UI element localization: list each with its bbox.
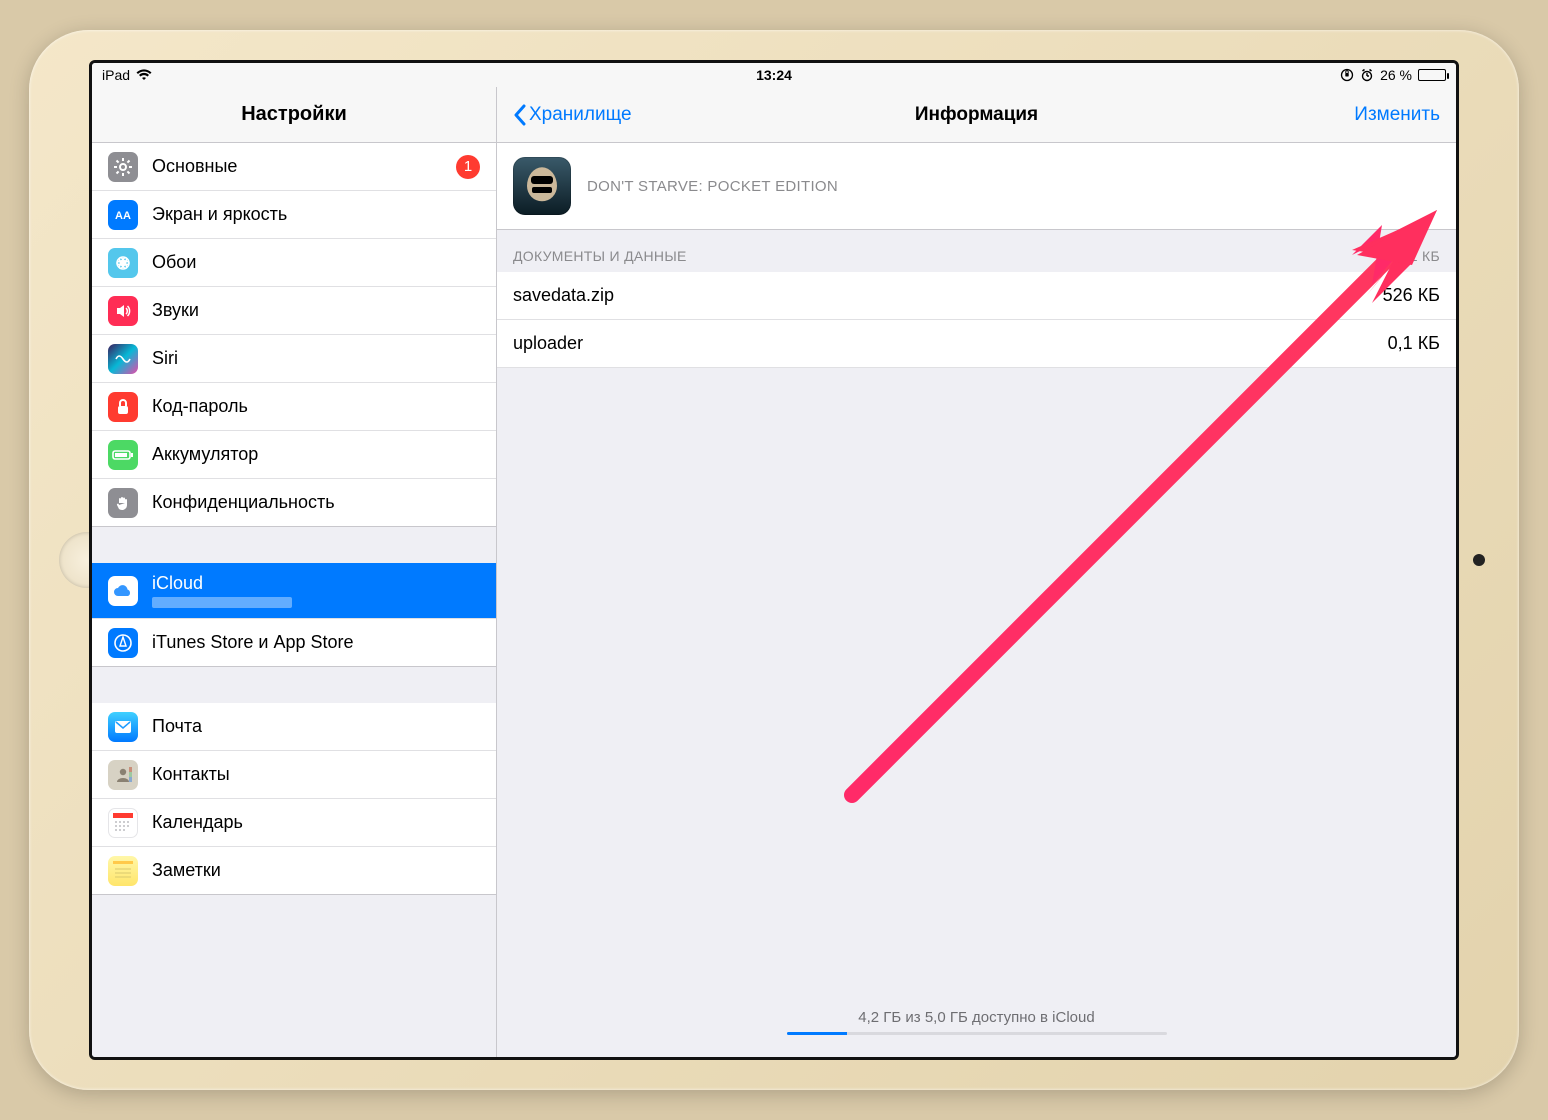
app-header: DON'T STARVE: POCKET EDITION [497, 143, 1456, 230]
sidebar-item-icloud[interactable]: iCloud [92, 563, 496, 619]
edit-button[interactable]: Изменить [1354, 104, 1440, 126]
sidebar-item-mail[interactable]: Почта [92, 703, 496, 751]
section-header-label: ДОКУМЕНТЫ И ДАННЫЕ [513, 248, 687, 264]
chevron-left-icon [513, 104, 527, 126]
notification-badge: 1 [456, 155, 480, 179]
sidebar-item-wallpaper[interactable]: Обои [92, 239, 496, 287]
sidebar-item-label: Обои [152, 252, 196, 273]
file-size: 0,1 КБ [1388, 333, 1440, 354]
sidebar-item-battery[interactable]: Аккумулятор [92, 431, 496, 479]
lock-icon [108, 392, 138, 422]
alarm-icon [1360, 68, 1374, 82]
section-header-total: 526,1 КБ [1381, 248, 1440, 264]
notes-icon [108, 856, 138, 886]
detail-header: Хранилище Информация Изменить [497, 87, 1456, 143]
mail-icon [108, 712, 138, 742]
battery-percent: 26 % [1380, 67, 1412, 83]
ipad-frame: iPad 13:24 26 % [29, 30, 1519, 1090]
sidebar-item-label: Календарь [152, 812, 243, 833]
battery-icon [1418, 69, 1446, 81]
app-name: DON'T STARVE: POCKET EDITION [587, 178, 838, 195]
settings-group: Почта Контакты Календарь [92, 703, 496, 895]
sidebar-item-label: Основные [152, 156, 237, 177]
file-name: uploader [513, 333, 583, 354]
back-label: Хранилище [529, 104, 632, 126]
status-bar: iPad 13:24 26 % [92, 63, 1456, 87]
sidebar-item-general[interactable]: Основные 1 [92, 143, 496, 191]
settings-group: iCloud iTunes Store и App Store [92, 563, 496, 667]
sidebar-item-privacy[interactable]: Конфиденциальность [92, 479, 496, 527]
detail-title: Информация [915, 104, 1038, 126]
sidebar-item-label: Код-пароль [152, 396, 248, 417]
hand-icon [108, 488, 138, 518]
sidebar-item-label: Экран и яркость [152, 204, 287, 225]
wallpaper-icon [108, 248, 138, 278]
sidebar-item-notes[interactable]: Заметки [92, 847, 496, 895]
sidebar-item-label: iCloud [152, 573, 292, 595]
sidebar-item-itunes-appstore[interactable]: iTunes Store и App Store [92, 619, 496, 667]
redacted-account [152, 597, 292, 608]
contacts-icon [108, 760, 138, 790]
appstore-icon [108, 628, 138, 658]
clock: 13:24 [756, 67, 792, 83]
sidebar-item-contacts[interactable]: Контакты [92, 751, 496, 799]
storage-footer: 4,2 ГБ из 5,0 ГБ доступно в iCloud [787, 1009, 1167, 1035]
gear-icon [108, 152, 138, 182]
orientation-lock-icon [1340, 68, 1354, 82]
sidebar-item-calendar[interactable]: Календарь [92, 799, 496, 847]
sidebar-item-label: Звуки [152, 300, 199, 321]
settings-sidebar: Настройки Основные 1 AA [92, 87, 497, 1057]
calendar-icon [108, 808, 138, 838]
detail-pane: Хранилище Информация Изменить DON'T STAR… [497, 87, 1456, 1057]
cloud-icon [108, 576, 138, 606]
sidebar-title: Настройки [92, 87, 496, 143]
sidebar-item-label: Аккумулятор [152, 444, 258, 465]
sidebar-item-label: Siri [152, 348, 178, 369]
device-label: iPad [102, 67, 130, 83]
section-header: ДОКУМЕНТЫ И ДАННЫЕ 526,1 КБ [497, 230, 1456, 272]
sidebar-item-siri[interactable]: Siri [92, 335, 496, 383]
storage-bar [787, 1032, 1167, 1035]
front-camera [1473, 554, 1485, 566]
file-row[interactable]: savedata.zip 526 КБ [497, 272, 1456, 320]
file-size: 526 КБ [1383, 285, 1440, 306]
sidebar-item-label: Почта [152, 716, 202, 737]
sidebar-item-label: Конфиденциальность [152, 492, 335, 513]
app-icon [513, 157, 571, 215]
settings-group: Основные 1 AA Экран и яркость [92, 143, 496, 527]
sidebar-item-display[interactable]: AA Экран и яркость [92, 191, 496, 239]
wifi-icon [136, 69, 152, 81]
sidebar-item-label: Контакты [152, 764, 230, 785]
sidebar-item-label: Заметки [152, 860, 221, 881]
sidebar-item-label: iTunes Store и App Store [152, 632, 354, 653]
siri-icon [108, 344, 138, 374]
file-row[interactable]: uploader 0,1 КБ [497, 320, 1456, 368]
sidebar-item-sounds[interactable]: Звуки [92, 287, 496, 335]
speaker-icon [108, 296, 138, 326]
svg-text:AA: AA [115, 210, 131, 222]
file-name: savedata.zip [513, 285, 614, 306]
storage-bar-used [787, 1032, 848, 1035]
storage-text: 4,2 ГБ из 5,0 ГБ доступно в iCloud [787, 1009, 1167, 1026]
display-icon: AA [108, 200, 138, 230]
back-button[interactable]: Хранилище [513, 104, 632, 126]
sidebar-item-passcode[interactable]: Код-пароль [92, 383, 496, 431]
battery-settings-icon [108, 440, 138, 470]
